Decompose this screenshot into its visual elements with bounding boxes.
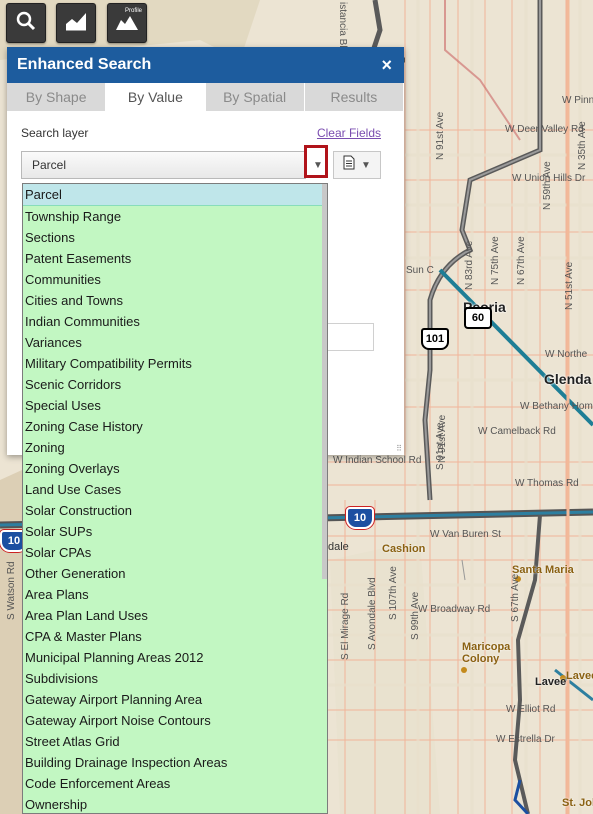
us-highway-shield: 101 bbox=[421, 328, 449, 350]
place-label: Lavee bbox=[535, 676, 567, 688]
dropdown-option[interactable]: Scenic Corridors bbox=[23, 374, 327, 395]
dropdown-option[interactable]: Special Uses bbox=[23, 395, 327, 416]
place-label: Cashion bbox=[382, 543, 426, 555]
dropdown-option[interactable]: CPA & Master Plans bbox=[23, 626, 327, 647]
clear-fields-link[interactable]: Clear Fields bbox=[317, 126, 381, 140]
place-label: Santa Maria bbox=[512, 564, 574, 576]
place-label: Maricopa Colony bbox=[462, 641, 511, 665]
map-label: W Bethany Home bbox=[520, 401, 593, 412]
panel-header: Enhanced Search × bbox=[7, 47, 404, 83]
map-label: N 75th Ave bbox=[490, 236, 501, 285]
dropdown-option[interactable]: Gateway Airport Planning Area bbox=[23, 689, 327, 710]
layer-dropdown-list[interactable]: Parcel Township Range Sections Patent Easem… bbox=[22, 183, 328, 814]
map-label: S Watson Rd bbox=[6, 561, 17, 620]
tab-by-shape[interactable]: By Shape bbox=[7, 83, 107, 111]
map-label: S 99th Ave bbox=[410, 591, 421, 640]
dropdown-option[interactable]: Parcel bbox=[23, 184, 327, 206]
dropdown-option[interactable]: Solar Construction bbox=[23, 500, 327, 521]
dropdown-option[interactable]: Gateway Airport Noise Contours bbox=[23, 710, 327, 731]
search-layer-label: Search layer bbox=[21, 126, 89, 140]
place-label: St. Joh bbox=[562, 797, 593, 809]
map-label: W Broadway Rd bbox=[418, 604, 491, 615]
map-label: W Van Buren St bbox=[430, 529, 501, 540]
dropdown-option[interactable]: Street Atlas Grid bbox=[23, 731, 327, 752]
value-input[interactable] bbox=[327, 323, 374, 351]
dropdown-option[interactable]: Area Plan Land Uses bbox=[23, 605, 327, 626]
dropdown-option[interactable]: Municipal Planning Areas 2012 bbox=[23, 647, 327, 668]
city-label: Glenda bbox=[544, 371, 592, 387]
scrollbar[interactable] bbox=[322, 184, 327, 579]
map-label: N 51st Ave bbox=[564, 261, 575, 310]
dropdown-option[interactable]: Building Drainage Inspection Areas bbox=[23, 752, 327, 773]
layer-info-menu-button[interactable]: ▼ bbox=[333, 151, 381, 179]
dropdown-option[interactable]: Ownership bbox=[23, 794, 327, 813]
dropdown-option[interactable]: Military Compatibility Permits bbox=[23, 353, 327, 374]
chart-icon bbox=[64, 10, 88, 37]
dropdown-option[interactable]: Township Range bbox=[23, 206, 327, 227]
panel-title: Enhanced Search bbox=[17, 56, 152, 73]
dropdown-option[interactable]: Area Plans bbox=[23, 584, 327, 605]
search-icon bbox=[15, 10, 37, 37]
dropdown-option[interactable]: Zoning bbox=[23, 437, 327, 458]
map-label: N 91st Ave bbox=[437, 414, 448, 463]
map-label: W Elliot Rd bbox=[506, 704, 556, 715]
map-label: S Avondale Blvd bbox=[367, 577, 378, 650]
dropdown-option[interactable]: Zoning Case History bbox=[23, 416, 327, 437]
dropdown-option[interactable]: Sections bbox=[23, 227, 327, 248]
dropdown-option[interactable]: Other Generation bbox=[23, 563, 327, 584]
profile-label: Profile bbox=[124, 8, 142, 14]
map-label: N 59th Ave bbox=[542, 161, 553, 210]
map-label: S El Mirage Rd bbox=[340, 592, 351, 660]
map-label: N 83rd Ave bbox=[464, 240, 475, 290]
dropdown-option[interactable]: Solar CPAs bbox=[23, 542, 327, 563]
place-label: Lavee bbox=[566, 670, 593, 682]
map-label: N 35th Ave bbox=[577, 121, 588, 170]
elevation-profile-icon bbox=[115, 11, 139, 36]
map-label: N 91st Ave bbox=[435, 111, 446, 160]
dropdown-option[interactable]: Code Enforcement Areas bbox=[23, 773, 327, 794]
map-label: W Indian School Rd bbox=[333, 455, 422, 466]
map-label: N 67th Ave bbox=[516, 236, 527, 285]
dropdown-option[interactable]: Patent Easements bbox=[23, 248, 327, 269]
chart-tool-button[interactable] bbox=[56, 3, 96, 43]
interstate-shield: 10 bbox=[346, 507, 374, 529]
dropdown-option[interactable]: Subdivisions bbox=[23, 668, 327, 689]
tab-results[interactable]: Results bbox=[305, 83, 404, 111]
dropdown-option[interactable]: Communities bbox=[23, 269, 327, 290]
map-label: S 67th Ave bbox=[510, 573, 521, 622]
profile-tool-button[interactable]: Profile bbox=[107, 3, 147, 43]
tab-bar: By Shape By Value By Spatial Results bbox=[7, 83, 404, 111]
tab-by-value[interactable]: By Value bbox=[106, 83, 206, 111]
highlight-box bbox=[304, 145, 328, 178]
resize-handle-icon[interactable]: ⠿ bbox=[396, 444, 402, 453]
map-label: S 107th Ave bbox=[388, 566, 399, 620]
map-label: W Thomas Rd bbox=[515, 478, 579, 489]
map-label: W Deer Valley Rd bbox=[505, 124, 584, 135]
map-label: W Camelback Rd bbox=[478, 426, 556, 437]
state-highway-shield: 60 bbox=[464, 307, 492, 329]
map-label: W Pinna bbox=[562, 95, 593, 106]
chevron-down-icon: ▼ bbox=[361, 159, 371, 171]
map-label: W Estrella Dr bbox=[496, 734, 555, 745]
dropdown-option[interactable]: Cities and Towns bbox=[23, 290, 327, 311]
document-icon bbox=[343, 155, 355, 175]
tab-by-spatial[interactable]: By Spatial bbox=[206, 83, 305, 111]
map-label: W Northe bbox=[545, 349, 588, 360]
map-label: Sun C bbox=[406, 265, 434, 276]
search-tool-button[interactable] bbox=[6, 3, 46, 43]
search-layer-select[interactable]: Parcel bbox=[21, 151, 306, 179]
dropdown-option[interactable]: Zoning Overlays bbox=[23, 458, 327, 479]
dropdown-option[interactable]: Solar SUPs bbox=[23, 521, 327, 542]
dropdown-option[interactable]: Variances bbox=[23, 332, 327, 353]
map-label: dale bbox=[328, 541, 349, 553]
dropdown-option[interactable]: Land Use Cases bbox=[23, 479, 327, 500]
close-icon[interactable]: × bbox=[381, 55, 392, 76]
dropdown-option[interactable]: Indian Communities bbox=[23, 311, 327, 332]
